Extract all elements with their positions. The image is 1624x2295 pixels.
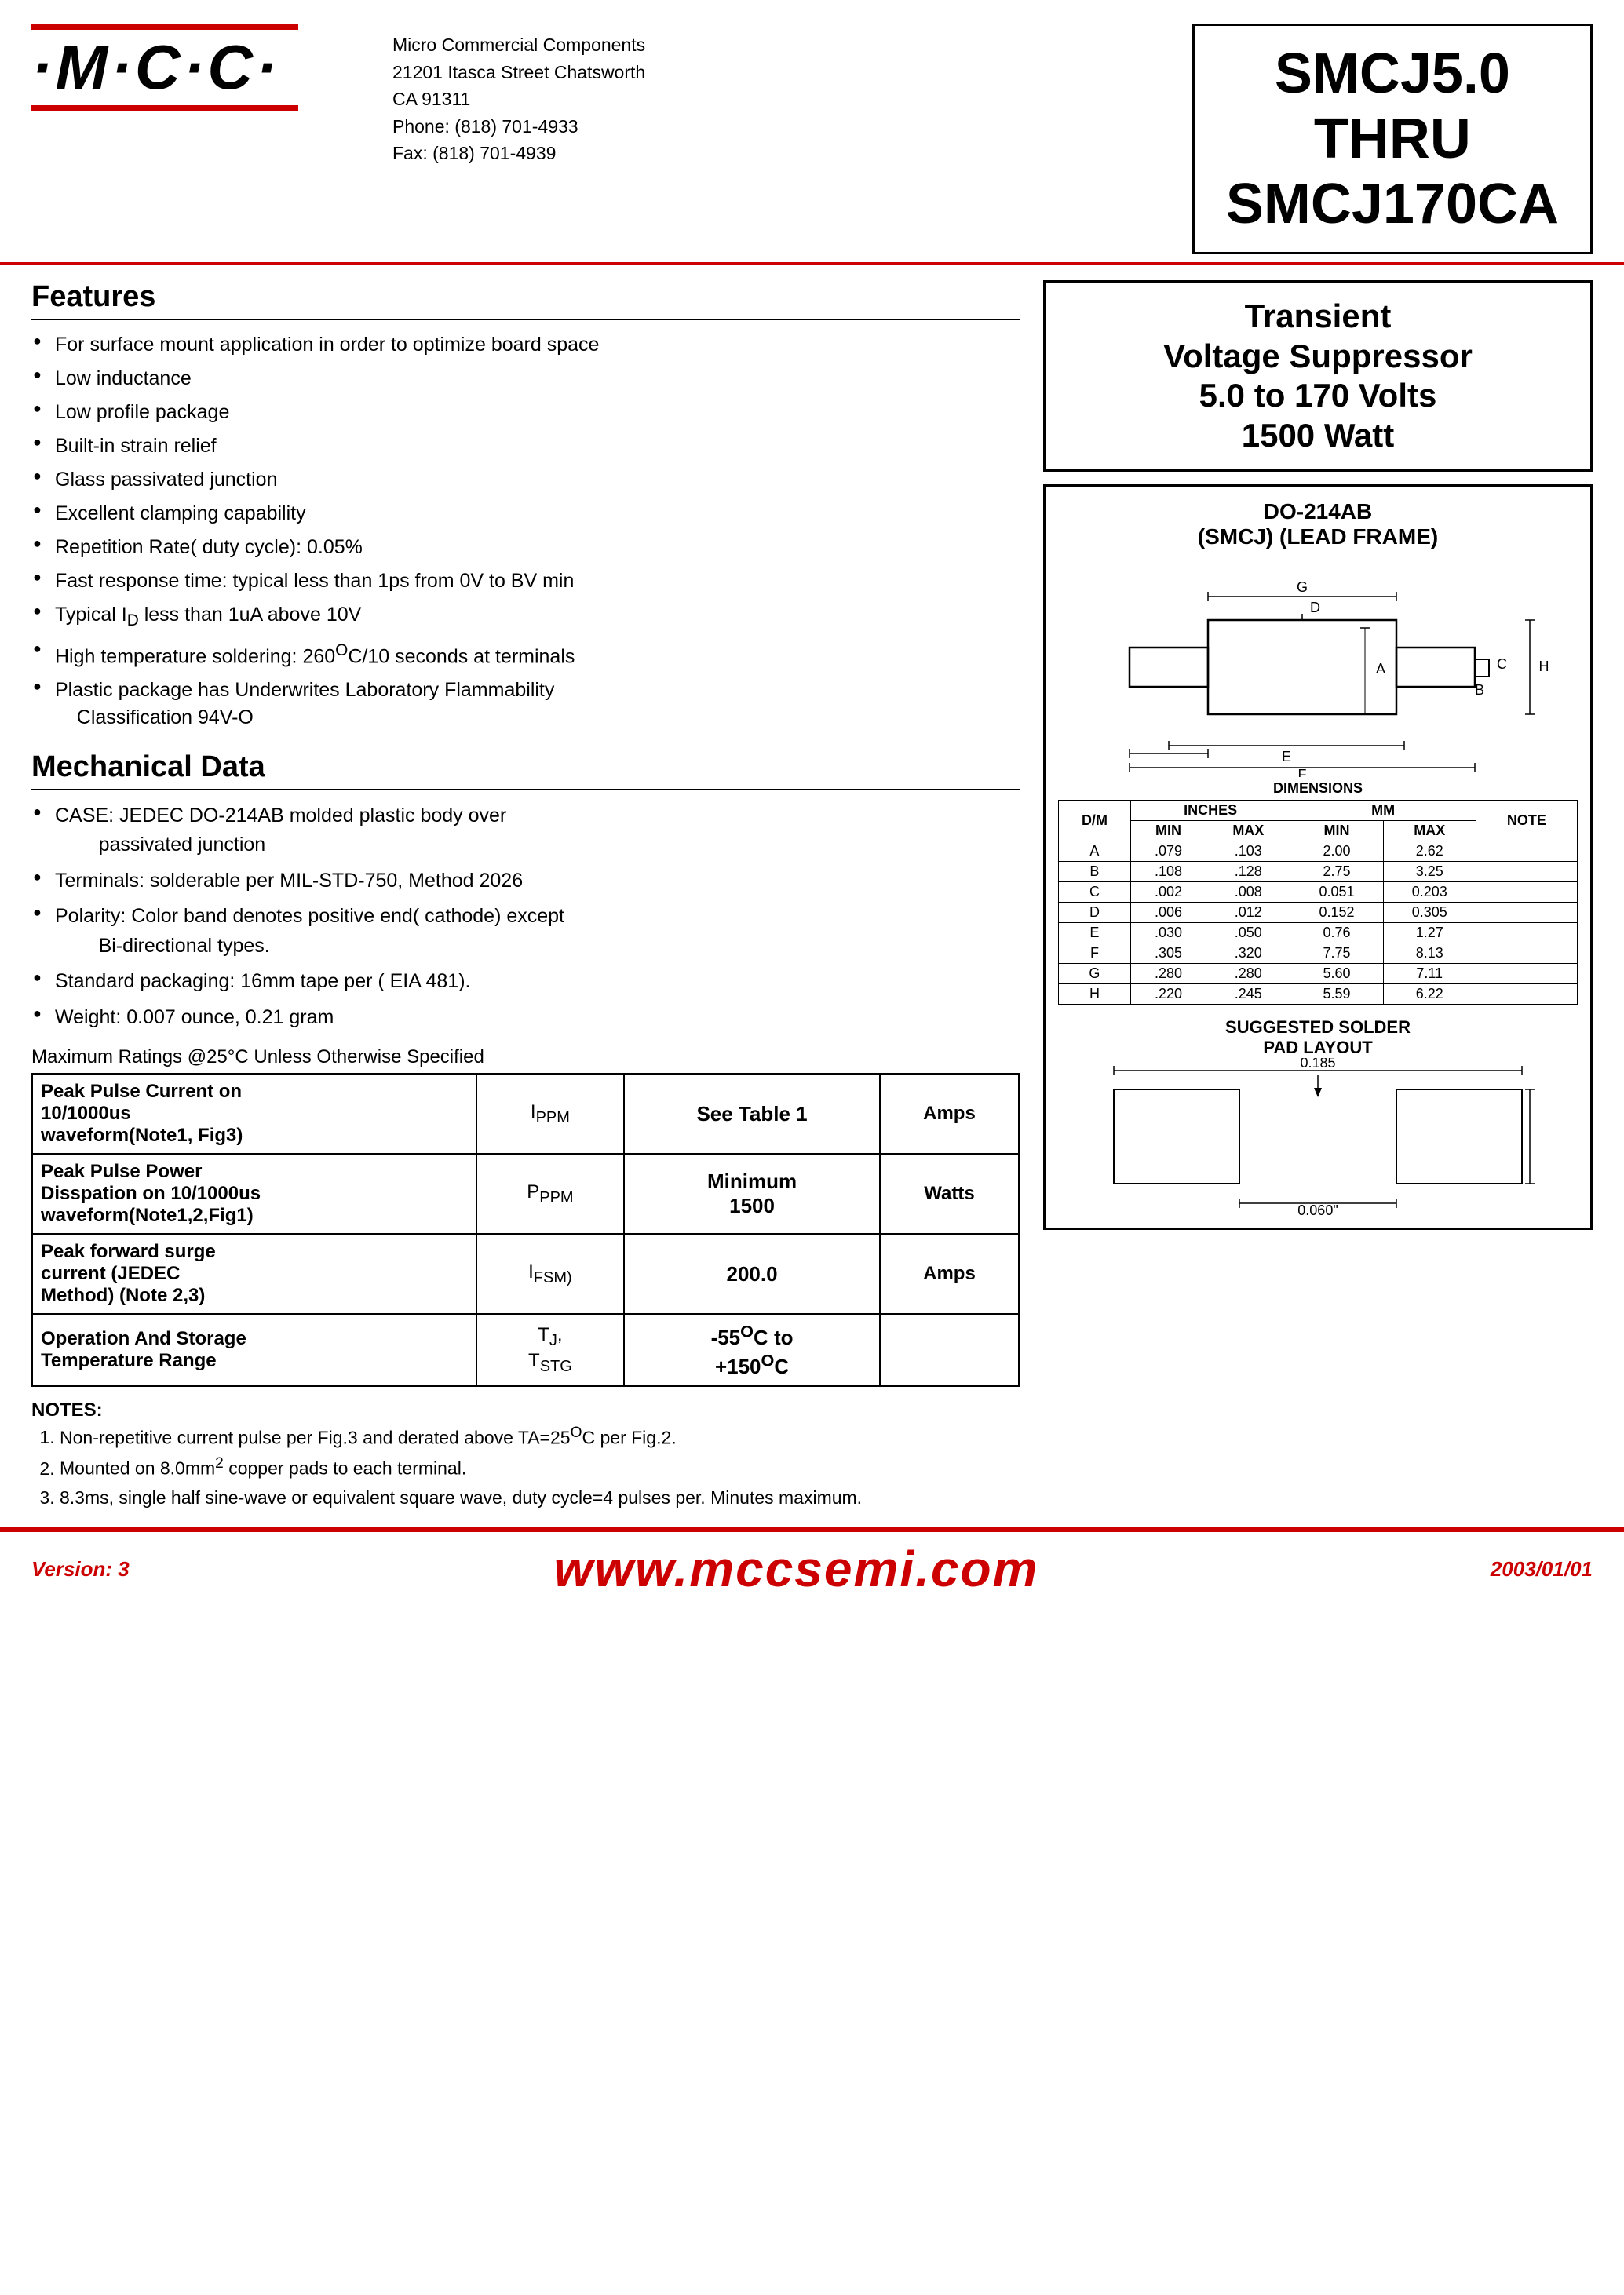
rating-symbol: TJ,TSTG	[476, 1314, 625, 1385]
svg-text:G: G	[1297, 579, 1308, 595]
list-item: Fast response time: typical less than 1p…	[31, 564, 1020, 598]
list-item: Low inductance	[31, 362, 1020, 396]
footer-version: Version: 3	[31, 1557, 157, 1582]
mechanical-title: Mechanical Data	[31, 750, 1020, 790]
notes-section: NOTES: Non-repetitive current pulse per …	[31, 1399, 1020, 1512]
list-item: Non-repetitive current pulse per Fig.3 a…	[60, 1421, 1020, 1452]
list-item: Glass passivated junction	[31, 463, 1020, 497]
phone: Phone: (818) 701-4933	[392, 113, 645, 140]
logo-bar-bottom	[31, 105, 298, 111]
package-drawing: G H D A E	[1067, 557, 1569, 777]
list-item: Weight: 0.007 ounce, 0.21 gram	[31, 1000, 1020, 1036]
notes-list: Non-repetitive current pulse per Fig.3 a…	[60, 1421, 1020, 1512]
package-box: DO-214AB (SMCJ) (LEAD FRAME) G	[1043, 484, 1593, 1230]
rating-label: Operation And StorageTemperature Range	[32, 1314, 476, 1385]
table-row: H.220.2455.596.22	[1059, 983, 1578, 1004]
part-number: SMCJ5.0THRUSMCJ170CA	[1226, 42, 1559, 236]
main-content: Features For surface mount application i…	[0, 265, 1624, 1512]
svg-text:0.185: 0.185	[1300, 1058, 1335, 1071]
list-item: Standard packaging: 16mm tape per ( EIA …	[31, 964, 1020, 1000]
product-desc: Transient Voltage Suppressor 5.0 to 170 …	[1061, 297, 1575, 455]
list-item: CASE: JEDEC DO-214AB molded plastic body…	[31, 798, 1020, 863]
rating-unit	[880, 1314, 1019, 1385]
dim-col-min: MIN	[1130, 820, 1206, 841]
footer-date: 2003/01/01	[1436, 1557, 1593, 1582]
rating-value: Minimum1500	[624, 1154, 880, 1234]
svg-text:D: D	[1310, 600, 1320, 615]
dim-col-mm-max: MAX	[1383, 820, 1476, 841]
product-desc-box: Transient Voltage Suppressor 5.0 to 170 …	[1043, 280, 1593, 472]
list-item: Mounted on 8.0mm2 copper pads to each te…	[60, 1452, 1020, 1483]
list-item: 8.3ms, single half sine-wave or equivale…	[60, 1483, 1020, 1512]
rating-symbol: PPPM	[476, 1154, 625, 1234]
fax: Fax: (818) 701-4939	[392, 140, 645, 167]
list-item: Plastic package has Underwrites Laborato…	[31, 673, 1020, 735]
table-row: D.006.0120.1520.305	[1059, 902, 1578, 922]
ratings-table: Peak Pulse Current on10/1000uswaveform(N…	[31, 1073, 1020, 1386]
rating-symbol: IPPM	[476, 1074, 625, 1154]
table-row: C.002.0080.0510.203	[1059, 881, 1578, 902]
list-item: Low profile package	[31, 396, 1020, 429]
dim-col-max: MAX	[1206, 820, 1290, 841]
package-title: DO-214AB (SMCJ) (LEAD FRAME)	[1058, 499, 1578, 549]
mechanical-list: CASE: JEDEC DO-214AB molded plastic body…	[31, 798, 1020, 1036]
rating-unit: Amps	[880, 1234, 1019, 1314]
list-item: High temperature soldering: 260OC/10 sec…	[31, 636, 1020, 673]
rating-symbol: IFSM)	[476, 1234, 625, 1314]
company-name: Micro Commercial Components	[392, 31, 645, 59]
table-row: G.280.2805.607.11	[1059, 963, 1578, 983]
company-info: Micro Commercial Components 21201 Itasca…	[392, 31, 645, 167]
rating-value: -55OC to+150OC	[624, 1314, 880, 1385]
address-line2: CA 91311	[392, 86, 645, 113]
features-title: Features	[31, 280, 1020, 320]
svg-text:C: C	[1497, 656, 1507, 672]
footer: Version: 3 www.mccsemi.com 2003/01/01	[0, 1527, 1624, 1606]
rating-label: Peak forward surgecurrent (JEDECMethod) …	[32, 1234, 476, 1314]
rating-unit: Amps	[880, 1074, 1019, 1154]
rating-label: Peak Pulse PowerDisspation on 10/1000usw…	[32, 1154, 476, 1234]
dim-col-note: NOTE	[1476, 800, 1577, 841]
logo-area: ·M·C·C·	[31, 24, 361, 111]
svg-text:H: H	[1539, 659, 1549, 674]
list-item: Typical ID less than 1uA above 10V	[31, 598, 1020, 635]
solder-title: SUGGESTED SOLDER PAD LAYOUT	[1058, 1017, 1578, 1058]
address-line1: 21201 Itasca Street Chatsworth	[392, 59, 645, 86]
dimensions-label: DIMENSIONS	[1058, 780, 1578, 797]
table-row: A.079.1032.002.62	[1059, 841, 1578, 861]
table-row: B.108.1282.753.25	[1059, 861, 1578, 881]
dim-col-inches: INCHES	[1130, 800, 1290, 820]
svg-text:0.060": 0.060"	[1297, 1202, 1338, 1215]
logo: ·M·C·C·	[31, 36, 280, 99]
svg-text:E: E	[1282, 749, 1291, 764]
table-row: E.030.0500.761.27	[1059, 922, 1578, 943]
solder-pad-drawing: 0.185 0.121" 0.060"	[1090, 1058, 1546, 1215]
left-column: Features For surface mount application i…	[31, 265, 1043, 1512]
list-item: Polarity: Color band denotes positive en…	[31, 899, 1020, 964]
right-column: Transient Voltage Suppressor 5.0 to 170 …	[1043, 265, 1593, 1512]
rating-value: See Table 1	[624, 1074, 880, 1154]
features-list: For surface mount application in order t…	[31, 328, 1020, 734]
max-ratings-note: Maximum Ratings @25°C Unless Otherwise S…	[31, 1046, 1020, 1068]
svg-text:B: B	[1475, 682, 1484, 698]
part-number-box: SMCJ5.0THRUSMCJ170CA	[1192, 24, 1593, 254]
logo-bar-top	[31, 24, 298, 30]
list-item: For surface mount application in order t…	[31, 328, 1020, 362]
dim-col-mm: MM	[1290, 800, 1476, 820]
dim-col-mm-min: MIN	[1290, 820, 1383, 841]
list-item: Repetition Rate( duty cycle): 0.05%	[31, 531, 1020, 564]
rating-value: 200.0	[624, 1234, 880, 1314]
list-item: Built-in strain relief	[31, 429, 1020, 463]
list-item: Terminals: solderable per MIL-STD-750, M…	[31, 863, 1020, 899]
rating-label: Peak Pulse Current on10/1000uswaveform(N…	[32, 1074, 476, 1154]
notes-title: NOTES:	[31, 1399, 103, 1421]
dim-col-header: D/M	[1059, 800, 1131, 841]
list-item: Excellent clamping capability	[31, 497, 1020, 531]
rating-unit: Watts	[880, 1154, 1019, 1234]
table-row: F.305.3207.758.13	[1059, 943, 1578, 963]
svg-text:F: F	[1298, 767, 1307, 777]
dimensions-table: D/M INCHES MM NOTE MIN MAX MIN MAX A.079…	[1058, 800, 1578, 1005]
footer-url: www.mccsemi.com	[157, 1540, 1436, 1598]
svg-text:A: A	[1376, 661, 1385, 677]
header: ·M·C·C· Micro Commercial Components 2120…	[0, 0, 1624, 265]
